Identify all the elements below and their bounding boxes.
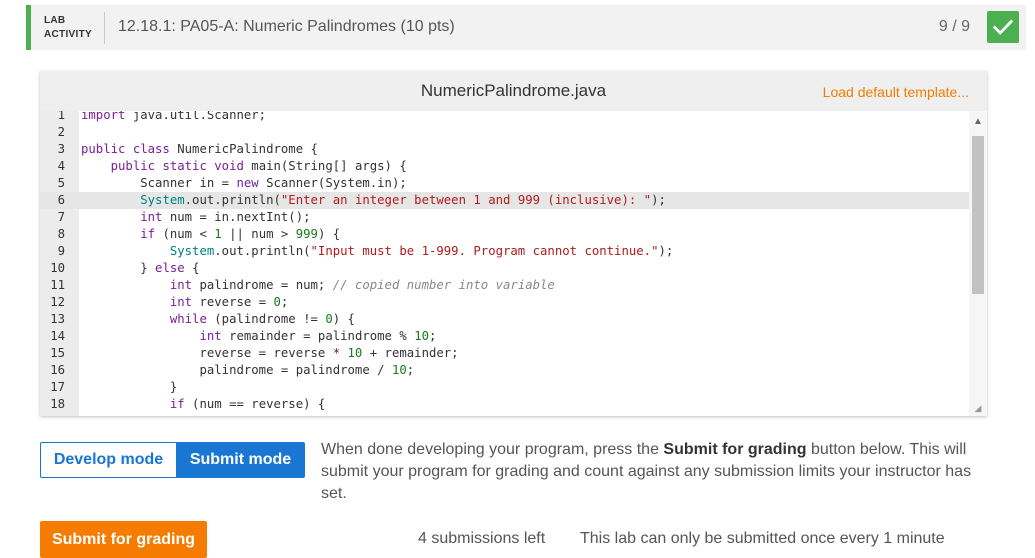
line-number: 7 [57, 210, 65, 224]
line-number: 17 [50, 380, 65, 394]
code-line[interactable]: 13 while (palindrome != 0) { [40, 311, 969, 328]
code-line[interactable]: 11 int palindrome = num; // copied numbe… [40, 277, 969, 294]
line-code: Scanner in = new Scanner(System.in); [81, 176, 407, 190]
line-number: 13 [50, 312, 65, 326]
code-line[interactable]: 4 public static void main(String[] args)… [40, 158, 969, 175]
code-line[interactable]: 6 System.out.println("Enter an integer b… [40, 192, 969, 209]
submit-mode-button[interactable]: Submit mode [176, 442, 305, 478]
line-number: 18 [50, 397, 65, 411]
scroll-up-icon[interactable]: ▲ [969, 111, 987, 131]
line-code: int num = in.nextInt(); [140, 210, 311, 224]
line-code: int remainder = palindrome % 10; [199, 329, 437, 343]
resize-grip-icon[interactable]: ◢ [969, 403, 987, 414]
line-code: } else { [81, 261, 200, 275]
instructions-text-before: When done developing your program, press… [321, 441, 664, 458]
line-number: 10 [50, 261, 65, 275]
header-divider [104, 12, 105, 44]
line-number: 6 [57, 193, 65, 207]
line-number: 16 [50, 363, 65, 377]
code-text-area[interactable]: 1 import java.util.Scanner; 2 3 public class… [40, 111, 987, 416]
code-line[interactable]: 5 Scanner in = new Scanner(System.in); [40, 175, 969, 192]
line-code: } [81, 380, 178, 394]
line-code: System.out.println("Enter an integer bet… [140, 193, 666, 207]
line-number: 8 [57, 227, 65, 241]
code-line[interactable]: 12 int reverse = 0; [40, 294, 969, 311]
scrollbar-thumb[interactable] [972, 136, 984, 294]
line-code: int reverse = 0; [169, 295, 289, 309]
mode-toggle: Develop mode Submit mode [40, 442, 305, 478]
lab-activity-tag: LAB ACTIVITY [44, 14, 92, 42]
line-number: 14 [50, 329, 65, 343]
line-number: 5 [57, 176, 65, 190]
code-line[interactable]: 15 reverse = reverse * 10 + remainder; [40, 345, 969, 362]
editor-scrollbar[interactable]: ▲ ◢ [969, 111, 987, 416]
editor-toolbar: NumericPalindrome.java Load default temp… [40, 71, 987, 111]
line-number: 15 [50, 346, 65, 360]
line-number: 9 [57, 244, 65, 258]
submit-instructions: When done developing your program, press… [321, 439, 986, 505]
develop-mode-button[interactable]: Develop mode [40, 442, 176, 478]
line-code: int palindrome = num; // copied number i… [169, 278, 555, 292]
code-line[interactable]: 1 import java.util.Scanner; [40, 111, 969, 124]
code-line[interactable]: 17 } [40, 379, 969, 396]
code-line[interactable]: 3 public class NumericPalindrome { [40, 141, 969, 158]
line-code: reverse = reverse * 10 + remainder; [81, 346, 459, 360]
line-number: 2 [57, 125, 65, 139]
code-line[interactable]: 18 if (num == reverse) { [40, 396, 969, 413]
line-code: public class NumericPalindrome { [81, 142, 318, 156]
line-number: 1 [57, 111, 65, 122]
submissions-left: 4 submissions left [418, 530, 546, 547]
code-line[interactable]: 8 if (num < 1 || num > 999) { [40, 226, 969, 243]
line-code: palindrome = palindrome / 10; [81, 363, 415, 377]
code-line[interactable]: 9 System.out.println("Input must be 1-99… [40, 243, 969, 260]
code-line[interactable]: 10 } else { [40, 260, 969, 277]
line-number: 11 [50, 278, 65, 292]
line-code: if (num == reverse) { [169, 397, 326, 411]
line-number: 12 [50, 295, 65, 309]
code-line[interactable]: 16 palindrome = palindrome / 10; [40, 362, 969, 379]
lab-header: LAB ACTIVITY 12.18.1: PA05-A: Numeric Pa… [26, 5, 1026, 50]
line-code: import java.util.Scanner; [81, 111, 267, 122]
line-number: 3 [57, 142, 65, 156]
lab-tag-line1: LAB [44, 15, 66, 26]
completion-badge [987, 11, 1019, 43]
lab-tag-line2: ACTIVITY [44, 29, 92, 40]
rate-limit-notice: This lab can only be submitted once ever… [580, 530, 945, 547]
load-default-template-link[interactable]: Load default template... [823, 84, 969, 100]
line-code: if (num < 1 || num > 999) { [140, 227, 341, 241]
lab-score: 9 / 9 [938, 18, 970, 35]
line-code: System.out.println("Input must be 1-999.… [169, 244, 674, 258]
code-line[interactable]: 7 int num = in.nextInt(); [40, 209, 969, 226]
submit-for-grading-button[interactable]: Submit for grading [40, 521, 207, 558]
code-line[interactable]: 2 [40, 124, 969, 141]
line-number: 4 [57, 159, 65, 173]
checkmark-icon [992, 19, 1014, 35]
lab-title: 12.18.1: PA05-A: Numeric Palindromes (10… [118, 18, 455, 35]
line-code: public static void main(String[] args) { [110, 159, 407, 173]
code-editor: NumericPalindrome.java Load default temp… [40, 71, 987, 416]
code-line[interactable]: 14 int remainder = palindrome % 10; [40, 328, 969, 345]
line-code: while (palindrome != 0) { [169, 312, 355, 326]
instructions-bold: Submit for grading [663, 441, 807, 458]
